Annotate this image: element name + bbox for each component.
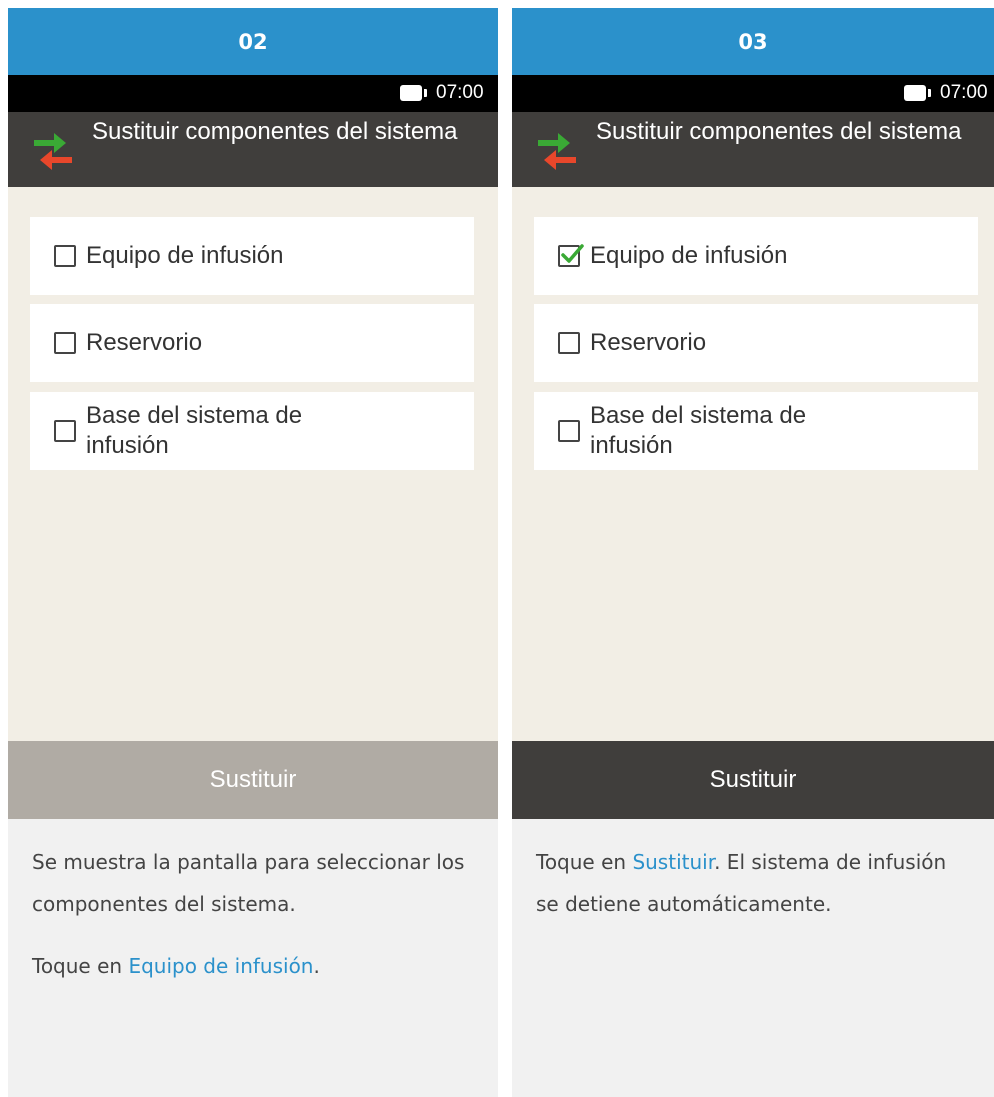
checkbox[interactable] — [558, 332, 580, 354]
instruction-prefix: Toque en — [536, 850, 633, 874]
step-number: 03 — [512, 8, 994, 75]
screen-title: Sustituir componentes del sistema — [596, 118, 962, 145]
status-time: 07:00 — [940, 82, 988, 103]
swap-arrows-icon — [538, 133, 576, 170]
sustituir-link[interactable]: Sustituir — [632, 850, 714, 874]
component-list: Equipo de infusión Reservorio Base del s… — [512, 187, 994, 741]
swap-arrows-icon — [34, 133, 72, 170]
component-item-reservorio[interactable]: Reservorio — [534, 304, 978, 382]
component-label: Base del sistema de infusión — [86, 402, 303, 459]
component-item-base-sistema[interactable]: Base del sistema de infusión — [30, 392, 474, 470]
description-instruction: Toque en Sustituir. El sistema de infusi… — [536, 841, 970, 925]
equipo-infusion-link[interactable]: Equipo de infusión — [128, 954, 313, 978]
component-label: Reservorio — [590, 329, 707, 356]
component-item-base-sistema[interactable]: Base del sistema de infusión — [534, 392, 978, 470]
screen-title: Sustituir componentes del sistema — [92, 118, 458, 145]
component-item-equipo-infusion[interactable]: Equipo de infusión — [30, 217, 474, 295]
component-list: Equipo de infusión Reservorio Base del s… — [8, 187, 498, 741]
screen-title-bar: Sustituir componentes del sistema — [8, 112, 498, 187]
component-item-equipo-infusion[interactable]: Equipo de infusión — [534, 217, 978, 295]
checkmark-icon — [561, 244, 584, 263]
step-panel-02: 02 07:00 Sustituir componentes del siste… — [8, 8, 498, 1097]
sustituir-button[interactable]: Sustituir — [8, 741, 498, 819]
status-bar: 07:00 — [512, 75, 994, 112]
instruction-prefix: Toque en — [32, 954, 129, 978]
instruction-suffix: . — [313, 954, 320, 978]
component-label: Equipo de infusión — [590, 242, 788, 269]
component-label: Equipo de infusión — [86, 242, 284, 269]
checkbox[interactable] — [558, 420, 580, 442]
status-time: 07:00 — [436, 82, 484, 103]
checkbox[interactable] — [54, 245, 76, 267]
description-instruction: Toque en Equipo de infusión. — [32, 945, 474, 987]
component-label: Reservorio — [86, 329, 203, 356]
step-description: Se muestra la pantalla para seleccionar … — [8, 819, 498, 987]
step-description: Toque en Sustituir. El sistema de infusi… — [512, 819, 994, 925]
screen-title-bar: Sustituir componentes del sistema — [512, 112, 994, 187]
step-number: 02 — [8, 8, 498, 75]
checkbox[interactable] — [54, 420, 76, 442]
description-text: Se muestra la pantalla para seleccionar … — [32, 850, 465, 916]
battery-icon — [400, 85, 427, 101]
battery-icon — [904, 85, 931, 101]
status-bar: 07:00 — [8, 75, 498, 112]
component-item-reservorio[interactable]: Reservorio — [30, 304, 474, 382]
step-panel-03: 03 07:00 Sustituir componentes del siste… — [512, 8, 994, 1097]
checkbox-checked[interactable] — [558, 244, 584, 267]
component-label: Base del sistema de infusión — [590, 402, 807, 459]
checkbox[interactable] — [54, 332, 76, 354]
sustituir-button[interactable]: Sustituir — [512, 741, 994, 819]
